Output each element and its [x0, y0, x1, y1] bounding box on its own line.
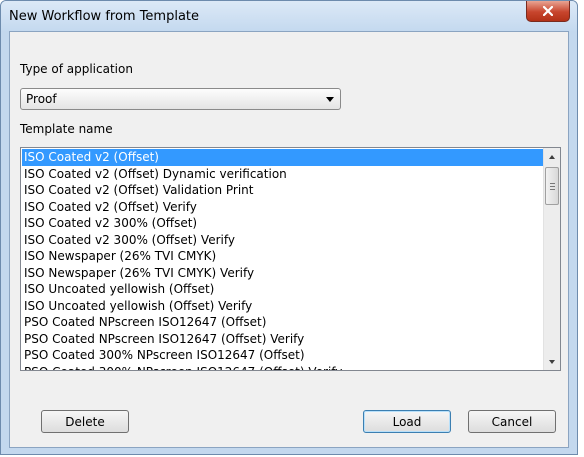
- type-of-application-value: Proof: [26, 92, 57, 106]
- template-list-item[interactable]: PSO Coated 300% NPscreen ISO12647 (Offse…: [22, 364, 543, 371]
- template-list-item[interactable]: ISO Uncoated yellowish (Offset) Verify: [22, 298, 543, 315]
- grip-line: [550, 183, 555, 184]
- template-list-item[interactable]: PSO Coated NPscreen ISO12647 (Offset): [22, 314, 543, 331]
- window-title: New Workflow from Template: [9, 9, 200, 24]
- template-list-item[interactable]: ISO Coated v2 (Offset): [22, 149, 543, 166]
- dropdown-arrow-icon[interactable]: [326, 97, 334, 102]
- dialog-client-area: Type of application Proof Template name …: [9, 31, 569, 448]
- template-list-item[interactable]: ISO Coated v2 300% (Offset) Verify: [22, 232, 543, 249]
- template-list-item[interactable]: PSO Coated NPscreen ISO12647 (Offset) Ve…: [22, 331, 543, 348]
- template-list-items: ISO Coated v2 (Offset) ISO Coated v2 (Off…: [22, 149, 543, 371]
- arrow-down-icon: [549, 359, 555, 364]
- close-icon: [543, 6, 553, 16]
- load-button[interactable]: Load: [363, 410, 451, 433]
- scroll-up-button[interactable]: [544, 148, 560, 165]
- template-list-item[interactable]: ISO Uncoated yellowish (Offset): [22, 281, 543, 298]
- template-list-item[interactable]: ISO Newspaper (26% TVI CMYK) Verify: [22, 265, 543, 282]
- grip-line: [550, 189, 555, 190]
- dialog-window: New Workflow from Template Type of appli…: [0, 0, 578, 455]
- template-name-label: Template name: [20, 122, 113, 136]
- cancel-button[interactable]: Cancel: [468, 410, 556, 433]
- template-list-item[interactable]: ISO Coated v2 (Offset) Dynamic verificat…: [22, 166, 543, 183]
- template-list-item[interactable]: PSO Coated 300% NPscreen ISO12647 (Offse…: [22, 347, 543, 364]
- template-list-item[interactable]: ISO Newspaper (26% TVI CMYK): [22, 248, 543, 265]
- close-button[interactable]: [526, 1, 570, 22]
- delete-button[interactable]: Delete: [41, 410, 129, 433]
- template-list-item[interactable]: ISO Coated v2 (Offset) Validation Print: [22, 182, 543, 199]
- template-list-item[interactable]: ISO Coated v2 (Offset) Verify: [22, 199, 543, 216]
- type-of-application-select[interactable]: Proof: [20, 88, 341, 110]
- template-list[interactable]: ISO Coated v2 (Offset) ISO Coated v2 (Off…: [20, 147, 561, 371]
- grip-line: [550, 186, 555, 187]
- template-list-item[interactable]: ISO Coated v2 300% (Offset): [22, 215, 543, 232]
- title-bar[interactable]: New Workflow from Template: [1, 1, 577, 31]
- arrow-up-icon: [549, 154, 555, 159]
- scroll-thumb[interactable]: [545, 167, 559, 205]
- scroll-down-button[interactable]: [544, 353, 560, 370]
- type-of-application-label: Type of application: [20, 62, 133, 76]
- list-scrollbar[interactable]: [543, 148, 560, 370]
